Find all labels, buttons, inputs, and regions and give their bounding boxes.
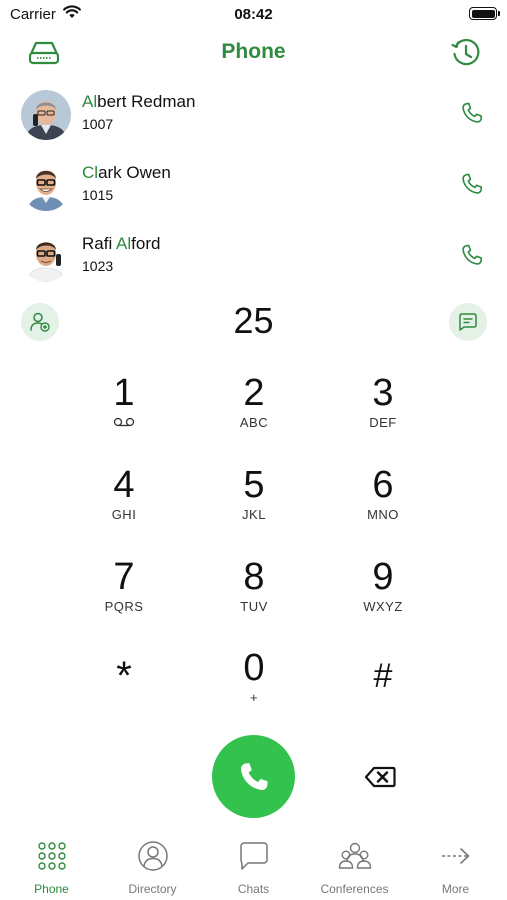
phone-icon xyxy=(240,762,268,790)
tab-directory[interactable]: Directory xyxy=(102,838,203,900)
key-digit: 9 xyxy=(372,556,394,598)
key-digit: # xyxy=(373,657,393,695)
key-digit: * xyxy=(116,654,132,698)
key-digit: 7 xyxy=(113,556,135,598)
name-match-highlight: Al xyxy=(82,92,98,111)
contact-extension: 1007 xyxy=(82,116,114,132)
keypad-grid-icon xyxy=(1,838,102,874)
battery-icon xyxy=(469,7,500,20)
key-letters: PQRS xyxy=(104,599,144,614)
call-contact-button[interactable] xyxy=(457,98,487,128)
page-title: Phone xyxy=(221,40,286,63)
voicemail-icon xyxy=(69,415,179,431)
name-match-highlight: Al xyxy=(116,234,132,253)
contact-extension: 1023 xyxy=(82,258,114,274)
tab-label: Directory xyxy=(128,882,177,896)
key-hash[interactable]: # xyxy=(328,648,438,728)
contact-name: Rafi Alford xyxy=(82,234,160,254)
key-digit: 4 xyxy=(113,464,135,506)
tab-label: Phone xyxy=(34,882,69,896)
arrow-right-icon xyxy=(405,838,506,874)
header: Phone xyxy=(0,30,507,76)
phone-icon xyxy=(462,173,483,194)
group-icon xyxy=(304,838,405,874)
phone-icon xyxy=(462,102,483,123)
tab-more[interactable]: More xyxy=(405,838,506,900)
key-digit: 0 xyxy=(243,647,265,689)
name-remainder: bert Redman xyxy=(97,92,196,111)
key-7[interactable]: 7 PQRS xyxy=(69,557,179,637)
call-contact-button[interactable] xyxy=(457,169,487,199)
call-contact-button[interactable] xyxy=(457,240,487,270)
tab-chats[interactable]: Chats xyxy=(203,838,304,900)
contact-extension: 1015 xyxy=(82,187,114,203)
key-9[interactable]: 9 WXYZ xyxy=(328,557,438,637)
key-letters: JKL xyxy=(242,507,266,522)
key-digit: 2 xyxy=(243,372,265,414)
contact-avatar xyxy=(21,90,71,140)
name-remainder: ford xyxy=(131,234,161,253)
key-0[interactable]: 0 + xyxy=(199,648,309,728)
tab-conferences[interactable]: Conferences xyxy=(304,838,405,900)
chat-bubble-icon xyxy=(203,838,304,874)
key-2[interactable]: 2 ABC xyxy=(199,373,309,453)
backspace-button[interactable] xyxy=(361,762,399,792)
person-circle-icon xyxy=(102,838,203,874)
name-prefix: Rafi xyxy=(82,234,117,253)
contact-row-rafi-alford[interactable]: Rafi Alford 1023 xyxy=(0,227,507,287)
contact-avatar xyxy=(21,232,71,282)
key-digit: 8 xyxy=(243,556,265,598)
tab-label: More xyxy=(441,882,470,896)
key-8[interactable]: 8 TUV xyxy=(199,557,309,637)
send-message-button[interactable] xyxy=(449,303,487,341)
key-3[interactable]: 3 DEF xyxy=(328,373,438,453)
phone-icon xyxy=(462,244,483,265)
key-digit: 1 xyxy=(113,372,135,414)
key-5[interactable]: 5 JKL xyxy=(199,465,309,545)
key-letters: GHI xyxy=(111,507,137,522)
message-icon xyxy=(459,313,477,331)
tab-bar: Phone Directory Chats Conferences More xyxy=(0,838,507,900)
key-letters: MNO xyxy=(367,507,399,522)
contact-row-albert-redman[interactable]: Albert Redman 1007 xyxy=(0,85,507,145)
status-bar: Carrier 08:42 xyxy=(0,0,507,30)
tab-phone[interactable]: Phone xyxy=(1,838,102,900)
key-6[interactable]: 6 MNO xyxy=(328,465,438,545)
tab-label: Chats xyxy=(237,882,270,896)
key-digit: 6 xyxy=(372,464,394,506)
name-match-highlight: Cl xyxy=(82,163,99,182)
backspace-icon xyxy=(364,766,396,788)
key-star[interactable]: * xyxy=(69,648,179,728)
key-digit: 3 xyxy=(372,372,394,414)
key-letters: TUV xyxy=(240,599,268,614)
key-digit: 5 xyxy=(243,464,265,506)
status-time: 08:42 xyxy=(234,6,273,23)
key-letters: + xyxy=(249,690,259,705)
tab-label: Conferences xyxy=(320,882,389,896)
key-4[interactable]: 4 GHI xyxy=(69,465,179,545)
history-icon xyxy=(451,39,480,66)
key-letters: DEF xyxy=(369,415,397,430)
key-letters: WXYZ xyxy=(363,599,403,614)
contact-name: Clark Owen xyxy=(82,163,171,183)
contact-name: Albert Redman xyxy=(82,92,195,112)
dialed-number-display: 25 xyxy=(233,300,274,341)
key-letters: ABC xyxy=(239,415,269,430)
call-button[interactable] xyxy=(212,735,295,818)
call-history-button[interactable] xyxy=(449,36,483,70)
key-1[interactable]: 1 xyxy=(69,373,179,453)
contact-avatar xyxy=(21,161,71,211)
name-remainder: ark Owen xyxy=(98,163,171,182)
contact-row-clark-owen[interactable]: Clark Owen 1015 xyxy=(0,156,507,216)
